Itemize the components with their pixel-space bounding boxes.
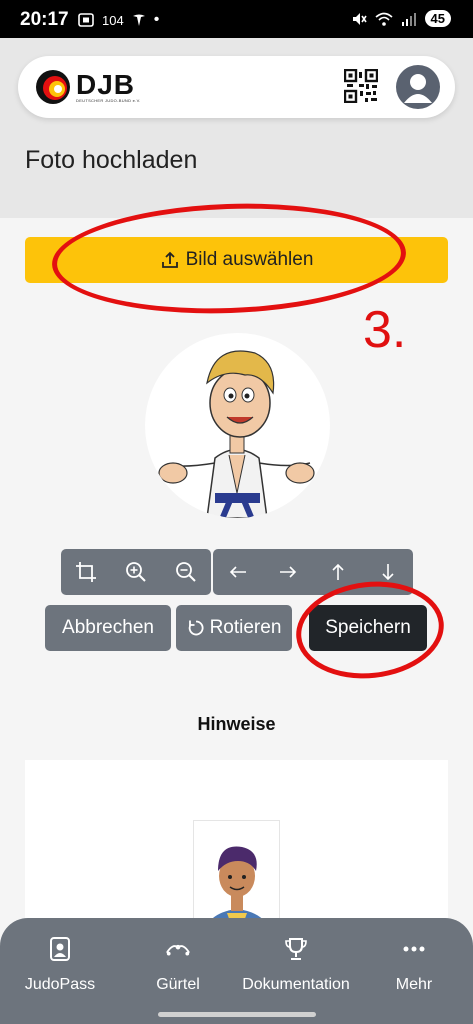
arrow-left-icon	[229, 566, 246, 578]
rotate-button[interactable]: Rotieren	[176, 605, 292, 651]
qr-code-icon[interactable]	[344, 69, 378, 103]
crop-button[interactable]	[61, 549, 111, 595]
nav-label-mehr: Mehr	[395, 976, 433, 993]
move-right-button[interactable]	[263, 549, 313, 595]
status-bar: 20:17 104 • 45	[0, 0, 473, 38]
gesture-bar	[158, 1012, 316, 1017]
rotate-icon	[188, 620, 204, 636]
status-time: 20:17	[20, 9, 69, 30]
rotate-label: Rotieren	[209, 617, 282, 638]
upload-icon	[161, 251, 178, 268]
save-button[interactable]: Speichern	[309, 605, 427, 651]
nav-label-guertel: Gürtel	[156, 976, 200, 993]
zoom-tool-group	[61, 549, 211, 595]
profile-photo-preview[interactable]	[145, 333, 330, 518]
hints-title: Hinweise	[197, 714, 276, 734]
bottom-navigation: JudoPass Gürtel Dokumentation Mehr	[0, 918, 473, 1024]
nav-label-dokumentation: Dokumentation	[242, 976, 350, 993]
logo-subtext: DEUTSCHER JUDO-BUND e.V.	[76, 97, 141, 103]
select-image-label: Bild auswählen	[185, 249, 314, 270]
trophy-icon	[285, 938, 307, 960]
djb-logo[interactable]: DJB DEUTSCHER JUDO-BUND e.V.	[34, 68, 141, 106]
nav-item-dokumentation[interactable]: Dokumentation	[236, 918, 356, 1008]
signal-icon	[401, 12, 416, 26]
more-icon	[403, 946, 425, 952]
arrow-up-icon	[332, 563, 344, 580]
step-annotation: 3.	[363, 301, 407, 359]
mute-icon	[352, 12, 367, 25]
header-card: DJB DEUTSCHER JUDO-BUND e.V.	[18, 56, 455, 118]
notification-dot-icon: •	[153, 11, 160, 28]
move-down-button[interactable]	[363, 549, 413, 595]
arrow-right-icon	[280, 566, 297, 578]
status-right-icons: 45	[351, 10, 451, 27]
logo-text: DJB	[76, 68, 136, 100]
nav-item-guertel[interactable]: Gürtel	[142, 918, 214, 1008]
nav-label-judopass: JudoPass	[24, 976, 96, 993]
crop-icon	[76, 562, 96, 582]
user-avatar-icon[interactable]	[396, 65, 440, 109]
nav-item-judopass[interactable]: JudoPass	[20, 918, 100, 1008]
wifi-icon	[375, 12, 393, 26]
image-edit-toolbar	[61, 549, 413, 595]
screen-record-icon	[78, 13, 94, 27]
zoom-out-button[interactable]	[161, 549, 211, 595]
zoom-in-button[interactable]	[111, 549, 161, 595]
belt-icon	[166, 944, 190, 956]
tesla-icon	[132, 14, 145, 26]
djb-logo-mark-icon	[36, 70, 70, 104]
battery-indicator: 45	[424, 10, 451, 27]
zoom-in-icon	[126, 562, 146, 582]
status-left-text: 104	[102, 12, 124, 28]
cancel-button[interactable]: Abbrechen	[45, 605, 171, 651]
judoka-cartoon-image	[158, 350, 315, 518]
zoom-out-icon	[176, 562, 196, 582]
nav-item-mehr[interactable]: Mehr	[384, 918, 444, 1008]
cancel-label: Abbrechen	[62, 617, 154, 638]
page-title: Foto hochladen	[25, 146, 198, 174]
status-left-icons: 104 •	[78, 11, 159, 29]
save-label: Speichern	[325, 617, 411, 638]
id-card-icon	[50, 937, 70, 961]
select-image-button[interactable]: Bild auswählen	[25, 237, 448, 283]
move-up-button[interactable]	[313, 549, 363, 595]
move-left-button[interactable]	[213, 549, 263, 595]
move-tool-group	[213, 549, 413, 595]
arrow-down-icon	[382, 564, 394, 581]
